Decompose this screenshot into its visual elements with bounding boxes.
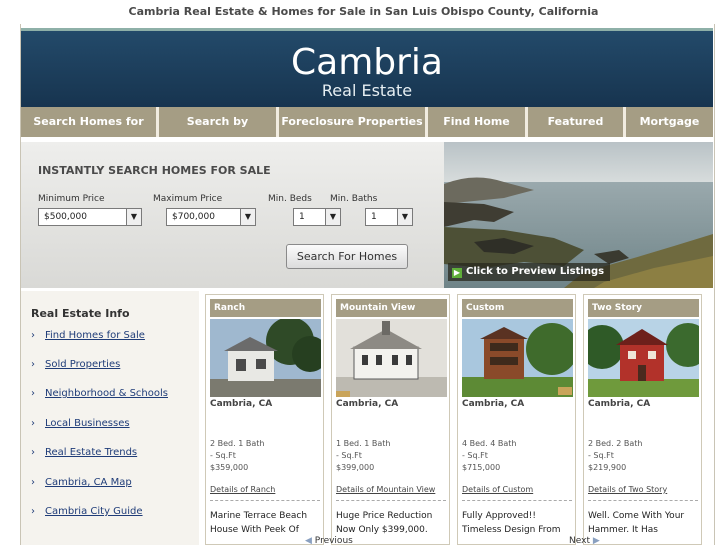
listing-description: Well. Come With Your Hammer. It Has	[588, 511, 685, 535]
listing-title[interactable]: Two Story	[588, 299, 699, 317]
max-price-select[interactable]: $700,000 ▼	[166, 208, 256, 226]
listing-title[interactable]: Custom	[462, 299, 573, 317]
listing-photo[interactable]	[588, 319, 699, 397]
nav-home-values[interactable]: Find Home Values	[428, 107, 525, 158]
chevron-down-icon: ▼	[325, 209, 340, 225]
listing-description: Marine Terrace Beach House With Peek Of	[210, 511, 308, 535]
sidebar-link-sold[interactable]: › Sold Properties	[31, 359, 120, 370]
max-price-label: Maximum Price	[153, 194, 223, 204]
beds-value: 1	[299, 212, 305, 222]
listing-sqft: - Sq.Ft	[210, 451, 236, 460]
chevron-right-icon: ›	[31, 506, 35, 517]
listing-card[interactable]: Custom Cambria, CA 4 Bed. 4 Bath - Sq.Ft…	[457, 294, 576, 545]
baths-select[interactable]: 1 ▼	[365, 208, 413, 226]
arrow-right-icon: ▶	[452, 268, 462, 278]
min-price-label: Minimum Price	[38, 194, 105, 204]
sidebar-link-businesses[interactable]: › Local Businesses	[31, 418, 130, 429]
listing-sqft: - Sq.Ft	[462, 451, 488, 460]
logo-title[interactable]: Cambria	[21, 42, 713, 83]
min-price-select[interactable]: $500,000 ▼	[38, 208, 142, 226]
sidebar-title: Real Estate Info	[31, 307, 130, 320]
chevron-right-icon: ›	[31, 418, 35, 429]
nav-featured-homes[interactable]: Featured Homes	[528, 107, 623, 158]
listing-photo[interactable]	[210, 319, 321, 397]
sidebar-link-find-homes[interactable]: › Find Homes for Sale	[31, 330, 145, 341]
sidebar-link-map[interactable]: › Cambria, CA Map	[31, 477, 132, 488]
listing-price: $399,000	[336, 463, 375, 472]
nav-search-keyword[interactable]: Search by Keyword	[159, 107, 276, 158]
listing-location: Cambria, CA	[588, 399, 651, 409]
listing-beds-baths: 1 Bed. 1 Bath	[336, 439, 391, 448]
listing-description: Huge Price Reduction Now Only $399,000.	[336, 511, 433, 535]
listing-price: $359,000	[210, 463, 249, 472]
listing-card[interactable]: Two Story Cambria, CA 2 Bed. 2 Bath - Sq…	[583, 294, 702, 545]
listing-price: $219,900	[588, 463, 627, 472]
listing-sqft: - Sq.Ft	[336, 451, 362, 460]
sidebar-link-trends[interactable]: › Real Estate Trends	[31, 447, 137, 458]
beds-select[interactable]: 1 ▼	[293, 208, 341, 226]
baths-label: Min. Baths	[330, 194, 378, 204]
listing-beds-baths: 2 Bed. 1 Bath	[210, 439, 265, 448]
divider	[588, 500, 698, 501]
logo-subtitle[interactable]: Real Estate	[21, 81, 713, 100]
chevron-down-icon: ▼	[397, 209, 412, 225]
listing-card[interactable]: Ranch Cambria, CA 2 Bed. 1 Bath - Sq.Ft …	[205, 294, 324, 545]
sidebar-link-city-guide[interactable]: › Cambria City Guide	[31, 506, 143, 517]
sidebar-link-neighborhood[interactable]: › Neighborhood & Schools	[31, 388, 168, 399]
listing-location: Cambria, CA	[336, 399, 399, 409]
divider	[336, 500, 446, 501]
chevron-right-icon: ›	[31, 477, 35, 488]
listing-sqft: - Sq.Ft	[588, 451, 614, 460]
page-title: Cambria Real Estate & Homes for Sale in …	[128, 5, 599, 18]
site-header: Cambria Real Estate	[21, 28, 713, 107]
baths-value: 1	[371, 212, 377, 222]
listing-location: Cambria, CA	[210, 399, 273, 409]
listing-details-link[interactable]: Details of Ranch	[210, 485, 275, 494]
listing-details-link[interactable]: Details of Custom	[462, 485, 533, 494]
preview-label: Click to Preview Listings	[466, 266, 605, 277]
listing-location: Cambria, CA	[462, 399, 525, 409]
listing-title[interactable]: Ranch	[210, 299, 321, 317]
chevron-down-icon: ▼	[126, 209, 141, 225]
max-price-value: $700,000	[172, 212, 215, 222]
divider	[210, 500, 320, 501]
listing-beds-baths: 2 Bed. 2 Bath	[588, 439, 643, 448]
listing-price: $715,000	[462, 463, 501, 472]
sidebar: Real Estate Info › Find Homes for Sale › S…	[21, 291, 199, 545]
beds-label: Min. Beds	[268, 194, 312, 204]
nav-foreclosures[interactable]: Foreclosure Properties	[279, 107, 425, 137]
divider	[462, 500, 572, 501]
search-panel: INSTANTLY SEARCH HOMES FOR SALE Minimum …	[21, 142, 444, 288]
listing-photo[interactable]	[336, 319, 447, 397]
listing-beds-baths: 4 Bed. 4 Bath	[462, 439, 517, 448]
nav-mortgage-info[interactable]: Mortgage Info	[626, 107, 713, 158]
listing-details-link[interactable]: Details of Two Story	[588, 485, 667, 494]
chevron-down-icon: ▼	[240, 209, 255, 225]
chevron-right-icon: ›	[31, 447, 35, 458]
chevron-right-icon: ›	[31, 388, 35, 399]
listing-details-link[interactable]: Details of Mountain View	[336, 485, 435, 494]
listing-card[interactable]: Mountain View Cambria, CA 1 Bed. 1 Bath …	[331, 294, 450, 545]
listing-title[interactable]: Mountain View	[336, 299, 447, 317]
chevron-right-icon: ›	[31, 359, 35, 370]
search-button[interactable]: Search For Homes	[286, 244, 408, 269]
main-nav: Search Homes for Sale Search by Keyword …	[21, 107, 713, 158]
listing-description: Fully Approved!! Timeless Design From	[462, 511, 561, 535]
search-title: INSTANTLY SEARCH HOMES FOR SALE	[38, 164, 271, 177]
nav-search-homes[interactable]: Search Homes for Sale	[21, 107, 156, 158]
min-price-value: $500,000	[44, 212, 87, 222]
listing-photo[interactable]	[462, 319, 573, 397]
chevron-right-icon: ›	[31, 330, 35, 341]
preview-listings-link[interactable]: ▶ Click to Preview Listings	[448, 263, 611, 281]
